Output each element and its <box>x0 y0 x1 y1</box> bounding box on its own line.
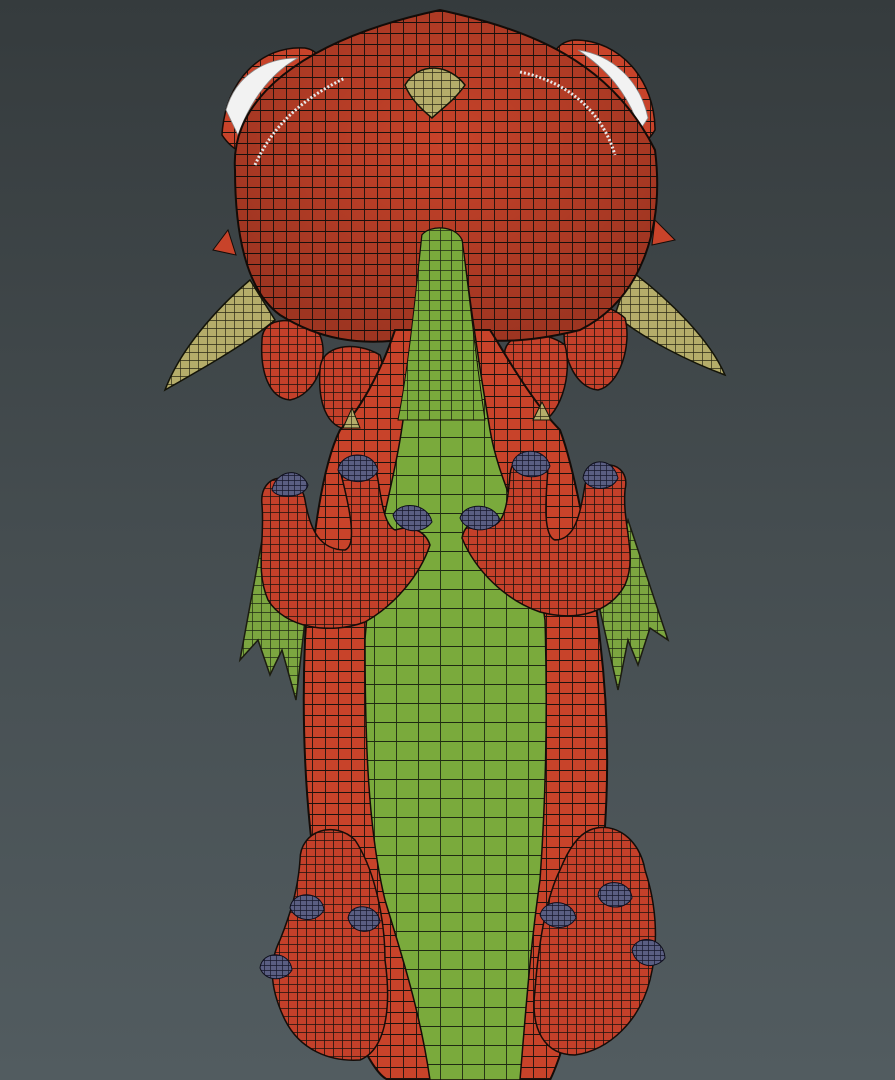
3d-viewport[interactable] <box>0 0 895 1080</box>
dragon-model <box>163 8 727 1080</box>
right-horn <box>614 268 727 377</box>
left-horn <box>163 278 276 392</box>
